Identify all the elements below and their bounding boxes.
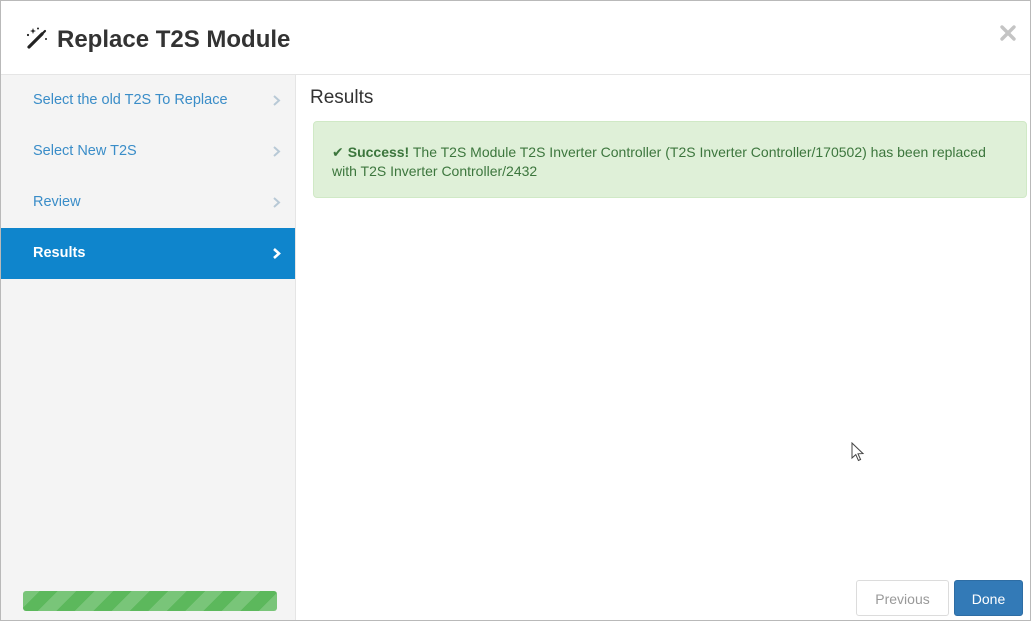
chevron-right-icon: [273, 146, 281, 157]
close-icon[interactable]: [996, 21, 1020, 45]
dialog-title: Replace T2S Module: [57, 26, 291, 53]
step-label: Review: [33, 194, 81, 210]
dialog-header: Replace T2S Module: [1, 1, 1030, 75]
success-alert: ✔ Success! The T2S Module T2S Inverter Co…: [313, 121, 1027, 198]
step-label: Select New T2S: [33, 143, 137, 159]
results-heading: Results: [310, 87, 374, 108]
success-message: The T2S Module T2S Inverter Controller (…: [332, 144, 986, 179]
success-label: Success!: [347, 144, 410, 160]
replace-module-dialog: Replace T2S Module Select the old T2S To…: [0, 0, 1031, 621]
chevron-right-icon: [273, 95, 281, 106]
step-review[interactable]: Review: [1, 177, 295, 228]
mouse-cursor-icon: [851, 442, 865, 462]
chevron-right-icon: [273, 248, 281, 259]
magic-wand-icon: [26, 27, 47, 49]
progress-bar: [23, 591, 277, 611]
checkmark-icon: ✔: [332, 144, 344, 160]
step-label: Results: [33, 245, 86, 261]
progress-bar-fill: [23, 591, 277, 611]
chevron-right-icon: [273, 197, 281, 208]
step-results[interactable]: Results: [1, 228, 295, 279]
step-select-new[interactable]: Select New T2S: [1, 126, 295, 177]
step-label: Select the old T2S To Replace: [33, 92, 228, 108]
done-button[interactable]: Done: [954, 580, 1023, 616]
results-panel: Results ✔ Success! The T2S Module T2S Inv…: [296, 75, 1030, 620]
step-select-old[interactable]: Select the old T2S To Replace: [1, 75, 295, 126]
wizard-steps-sidebar: Select the old T2S To Replace Select New…: [1, 75, 296, 620]
previous-button[interactable]: Previous: [856, 580, 949, 616]
